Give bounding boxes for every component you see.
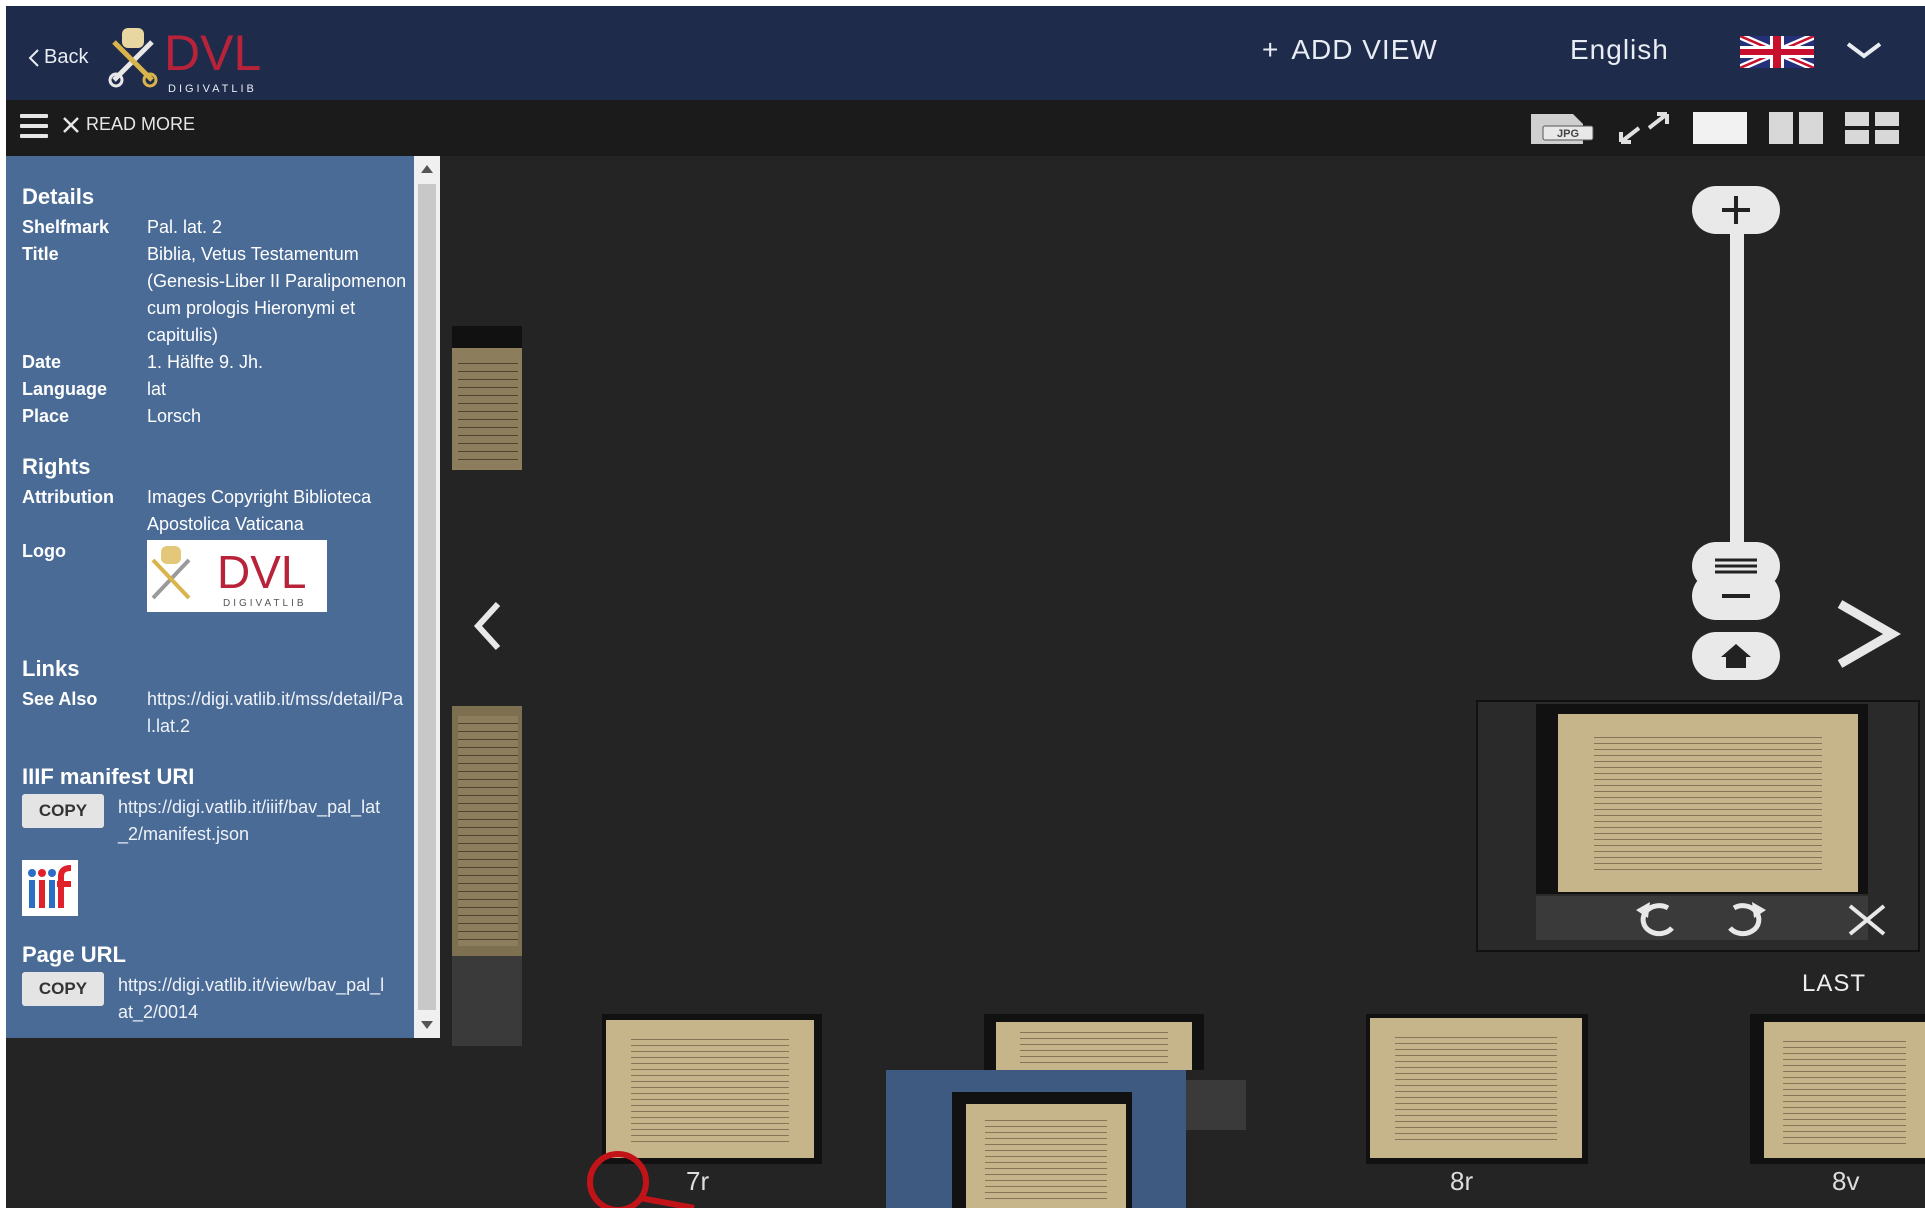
- jpg-download-icon[interactable]: JPG: [1527, 108, 1597, 148]
- rights-heading: Rights: [22, 454, 91, 479]
- page-image-left-bottom: [452, 706, 522, 1046]
- zoom-control: [1692, 186, 1782, 680]
- detail-row-date: Date 1. Hälfte 9. Jh.: [22, 352, 264, 372]
- plus-icon: +: [1262, 34, 1280, 65]
- top-header: Back DVL DIGIVATLIB + ADD VIEW English: [6, 6, 1925, 100]
- thumbnail-label: 8r: [1450, 1166, 1474, 1196]
- app-window: Back DVL DIGIVATLIB + ADD VIEW English R…: [6, 6, 1925, 1208]
- magnifier-annotation-icon: [587, 1151, 695, 1208]
- thumbnail-7r[interactable]: [602, 1014, 822, 1164]
- dvl-logo[interactable]: DVL DIGIVATLIB: [108, 20, 298, 96]
- hamburger-menu-icon[interactable]: [20, 114, 48, 140]
- overview-navigator[interactable]: [1476, 700, 1920, 952]
- info-panel: Details Shelfmark Pal. lat. 2 Title Biblia…: [6, 156, 414, 1038]
- home-button[interactable]: [1692, 632, 1780, 680]
- svg-text:DVL: DVL: [217, 546, 306, 598]
- add-view-button[interactable]: + ADD VIEW: [1262, 34, 1438, 66]
- thumbnail-label: 8v: [1832, 1166, 1860, 1196]
- scroll-down-icon[interactable]: [414, 1012, 440, 1038]
- thumbnail-7v-top[interactable]: [984, 1014, 1204, 1070]
- back-label: Back: [44, 46, 89, 68]
- panel-scrollbar[interactable]: [414, 156, 440, 1038]
- logo-row: Logo DVL DIGIVATLIB: [22, 538, 414, 620]
- copy-manifest-button[interactable]: COPY: [22, 794, 104, 828]
- papal-keys-icon: [108, 28, 158, 88]
- previous-page-arrow-icon[interactable]: [468, 598, 508, 654]
- thumbnail-8v[interactable]: [1750, 1014, 1925, 1164]
- iiif-logo-icon[interactable]: [22, 860, 78, 916]
- single-page-view-icon[interactable]: [1691, 108, 1749, 148]
- chevron-left-icon: [28, 48, 39, 67]
- add-view-label: ADD VIEW: [1291, 34, 1438, 65]
- read-more-toggle[interactable]: READ MORE: [62, 114, 195, 135]
- dvl-logo-image: DVL DIGIVATLIB: [147, 540, 327, 612]
- next-page-arrow-icon[interactable]: [1828, 596, 1904, 672]
- minus-icon: [1722, 594, 1750, 598]
- close-icon: [63, 116, 79, 133]
- fullscreen-icon[interactable]: [1615, 108, 1673, 148]
- svg-text:DIGIVATLIB: DIGIVATLIB: [223, 598, 307, 609]
- chevron-down-icon[interactable]: [1844, 38, 1884, 62]
- copy-page-url-button[interactable]: COPY: [22, 972, 104, 1006]
- language-selector[interactable]: English: [1570, 34, 1669, 66]
- manifest-url: https://digi.vatlib.it/iiif/bav_pal_lat_…: [118, 797, 381, 844]
- thumbnail-8r[interactable]: [1366, 1014, 1588, 1164]
- thumbnail-7v[interactable]: [952, 1092, 1132, 1208]
- page-url-heading: Page URL: [22, 942, 126, 967]
- see-also-link[interactable]: https://digi.vatlib.it/mss/detail/Pal.la…: [147, 686, 412, 740]
- last-page-link[interactable]: LAST: [1802, 970, 1866, 998]
- jpg-label: JPG: [1557, 128, 1579, 140]
- attribution-row: Attribution Images Copyright Biblioteca A…: [22, 487, 372, 534]
- viewer-toolbar: READ MORE JPG: [6, 100, 1925, 156]
- zoom-out-button[interactable]: [1692, 572, 1780, 620]
- grid-view-icon[interactable]: [1843, 108, 1901, 148]
- detail-row-title: Title Biblia, Vetus Testamentum (Genesis-…: [22, 244, 407, 345]
- logo-subtext: DIGIVATLIB: [168, 83, 257, 95]
- zoom-in-button[interactable]: [1692, 186, 1780, 234]
- close-overview-icon[interactable]: [1846, 904, 1888, 936]
- page-image-left-top: [452, 326, 522, 470]
- two-page-view-icon[interactable]: [1767, 108, 1825, 148]
- detail-row-shelfmark: Shelfmark Pal. lat. 2: [22, 217, 223, 237]
- logo-text: DVL: [164, 25, 261, 81]
- detail-row-language: Language lat: [22, 379, 167, 399]
- scroll-up-icon[interactable]: [414, 156, 440, 182]
- details-heading: Details: [22, 184, 95, 209]
- plus-icon: [1722, 196, 1750, 224]
- rotate-right-icon[interactable]: [1714, 898, 1774, 940]
- scrollbar-thumb[interactable]: [418, 184, 436, 1010]
- uk-flag-icon[interactable]: [1740, 36, 1814, 68]
- links-heading: Links: [22, 656, 80, 681]
- zoom-slider-track[interactable]: [1730, 234, 1744, 568]
- see-also-row: See Also https://digi.vatlib.it/mss/detai…: [22, 686, 414, 740]
- read-more-label: READ MORE: [86, 114, 196, 134]
- detail-row-place: Place Lorsch: [22, 406, 202, 426]
- page-url: https://digi.vatlib.it/view/bav_pal_lat_…: [118, 975, 385, 1022]
- back-button[interactable]: Back: [28, 46, 88, 69]
- home-icon: [1721, 644, 1751, 668]
- rotate-left-icon[interactable]: [1628, 898, 1688, 940]
- manifest-heading: IIIF manifest URI: [22, 764, 195, 789]
